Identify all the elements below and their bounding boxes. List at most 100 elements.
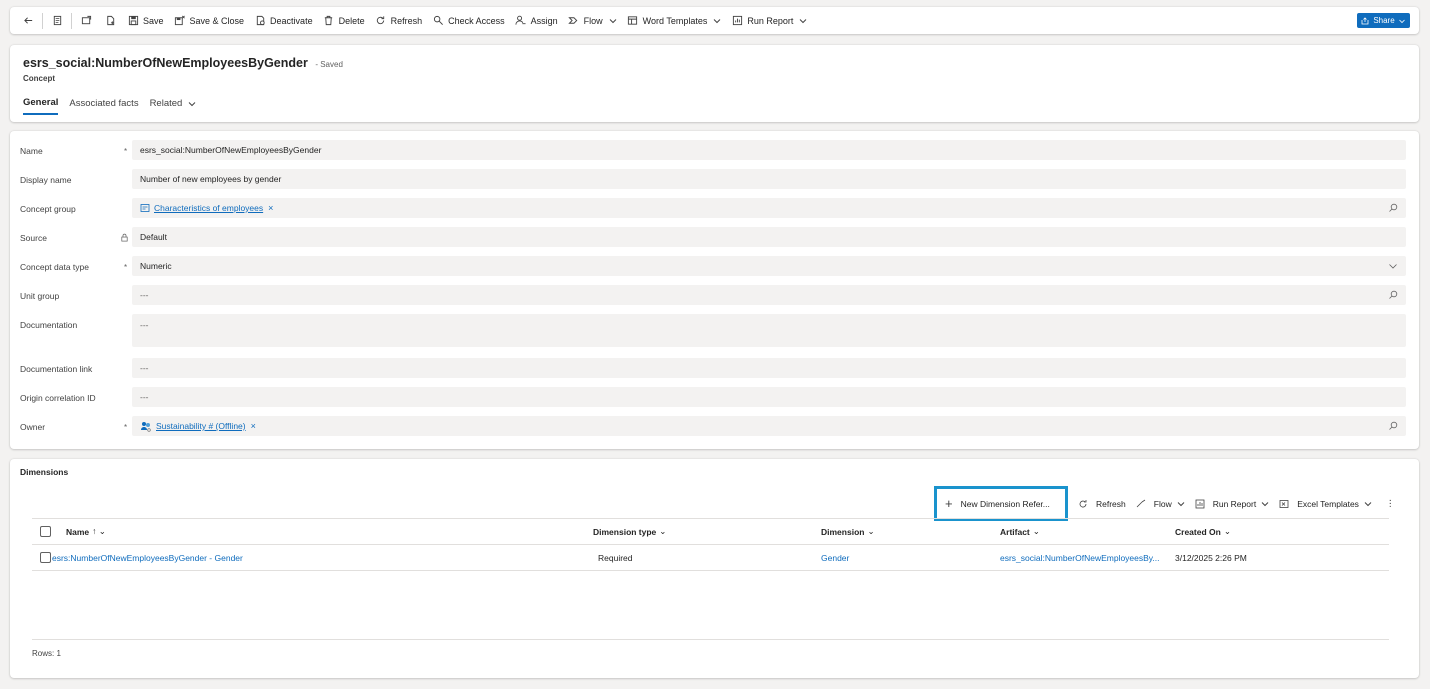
save-icon — [127, 15, 139, 27]
column-header-name[interactable]: Name ↑ ⌄ — [66, 519, 106, 544]
deactivate-button[interactable]: Deactivate — [249, 10, 318, 32]
deactivate-label: Deactivate — [270, 15, 313, 26]
name-value: esrs_social:NumberOfNewEmployeesByGender — [140, 145, 322, 155]
chevron-down-icon — [713, 17, 721, 25]
chevron-down-icon — [1261, 500, 1269, 508]
share-button[interactable]: Share — [1357, 13, 1410, 28]
concept-group-lookup[interactable]: Characteristics of employees × — [132, 198, 1406, 218]
subgrid-flow-button[interactable]: Flow — [1136, 499, 1185, 509]
display-name-input[interactable]: Number of new employees by gender — [132, 169, 1406, 189]
checkbox-box — [40, 552, 51, 563]
concept-data-type-select[interactable]: Numeric — [132, 256, 1406, 276]
column-header-artifact[interactable]: Artifact ⌄ — [1000, 519, 1040, 544]
section-title: Dimensions — [20, 467, 69, 477]
back-button[interactable] — [16, 10, 40, 32]
remove-concept-group-button[interactable]: × — [268, 203, 273, 213]
field-label: Concept group — [20, 204, 76, 214]
column-label: Dimension — [821, 526, 865, 537]
flow-label: Flow — [1153, 498, 1172, 509]
table-row[interactable]: esrs:NumberOfNewEmployeesByGender - Gend… — [32, 545, 1389, 571]
flow-button[interactable]: Flow — [563, 10, 622, 32]
delete-button[interactable]: Delete — [318, 10, 370, 32]
display-name-value: Number of new employees by gender — [140, 174, 282, 184]
excel-templates-label: Excel Templates — [1297, 498, 1359, 509]
divider — [42, 12, 43, 29]
saved-status: - Saved — [315, 60, 343, 69]
owner-link[interactable]: Sustainability # (Offline) — [156, 421, 246, 431]
open-window-icon — [80, 15, 92, 27]
general-form: Name * esrs_social:NumberOfNewEmployeesB… — [10, 131, 1419, 449]
unit-group-lookup[interactable]: --- — [132, 285, 1406, 305]
save-close-button[interactable]: Save & Close — [169, 10, 250, 32]
word-templates-button[interactable]: Word Templates — [622, 10, 727, 32]
flow-icon — [1136, 499, 1146, 509]
form-view-button[interactable] — [45, 10, 69, 32]
new-dimension-reference-button[interactable]: + New Dimension Refer... — [934, 486, 1068, 521]
row-artifact-link[interactable]: esrs_social:NumberOfNewEmployeesBy... — [1000, 545, 1160, 570]
chevron-down-icon — [1364, 500, 1372, 508]
documentation-textarea[interactable]: --- — [132, 314, 1406, 347]
run-report-label: Run Report — [1212, 498, 1257, 509]
assign-label: Assign — [530, 15, 558, 26]
tab-related[interactable]: Related — [150, 97, 197, 115]
tab-general-label: General — [23, 97, 59, 108]
row-dimension-link[interactable]: Gender — [821, 545, 849, 570]
refresh-button[interactable]: Refresh — [370, 10, 428, 32]
run-report-label: Run Report — [747, 15, 794, 26]
chevron-down-icon: ⌄ — [867, 526, 875, 536]
more-commands-button[interactable]: ⋮ — [1386, 498, 1395, 509]
excel-templates-button[interactable]: Excel Templates — [1279, 499, 1372, 509]
owner-lookup[interactable]: Sustainability # (Offline) × — [132, 416, 1406, 436]
subgrid-refresh-button[interactable]: Refresh — [1078, 499, 1126, 509]
assign-button[interactable]: Assign — [510, 10, 563, 32]
save-button[interactable]: Save — [122, 10, 169, 32]
column-header-dimension[interactable]: Dimension ⌄ — [821, 519, 875, 544]
flow-icon — [568, 15, 580, 27]
chevron-down-icon — [1177, 500, 1185, 508]
concept-group-link[interactable]: Characteristics of employees — [154, 203, 263, 213]
remove-owner-button[interactable]: × — [251, 421, 256, 431]
select-all-checkbox[interactable] — [40, 519, 51, 544]
documentation-value: --- — [140, 320, 149, 330]
word-icon — [627, 15, 639, 27]
delete-label: Delete — [338, 15, 365, 26]
open-new-window-button[interactable] — [74, 10, 98, 32]
person-assign-icon — [515, 15, 527, 27]
row-dimension-type: Required — [598, 552, 633, 563]
chevron-down-icon: ⌄ — [1032, 526, 1040, 536]
row-name-link[interactable]: esrs:NumberOfNewEmployeesByGender - Gend… — [52, 545, 243, 570]
run-report-button[interactable]: Run Report — [726, 10, 812, 32]
chevron-down-icon — [609, 17, 617, 25]
check-access-button[interactable]: Check Access — [427, 10, 510, 32]
origin-correlation-id-input[interactable]: --- — [132, 387, 1406, 407]
documentation-link-value: --- — [140, 363, 149, 373]
column-header-dimension-type[interactable]: Dimension type ⌄ — [593, 519, 666, 544]
new-record-button[interactable] — [98, 10, 122, 32]
tab-associated-facts[interactable]: Associated facts — [69, 97, 138, 115]
report-icon — [731, 15, 743, 27]
chevron-down-icon — [1398, 17, 1406, 25]
word-templates-label: Word Templates — [642, 15, 708, 26]
divider — [71, 12, 72, 29]
name-input[interactable]: esrs_social:NumberOfNewEmployeesByGender — [132, 140, 1406, 160]
refresh-label: Refresh — [390, 15, 423, 26]
tab-related-label: Related — [149, 98, 183, 109]
report-icon — [1195, 499, 1205, 509]
source-value: Default — [140, 232, 167, 242]
search-icon[interactable] — [1388, 421, 1398, 431]
column-header-created-on[interactable]: Created On ⌄ — [1175, 519, 1231, 544]
refresh-icon — [1078, 499, 1088, 509]
source-field: Default — [132, 227, 1406, 247]
field-label: Name — [20, 146, 43, 156]
search-icon[interactable] — [1388, 290, 1398, 300]
save-label: Save — [143, 15, 164, 26]
dimensions-section: Dimensions + New Dimension Refer... Refr… — [10, 459, 1419, 678]
tab-general[interactable]: General — [23, 97, 59, 115]
subgrid-run-report-button[interactable]: Run Report — [1195, 499, 1269, 509]
row-checkbox[interactable] — [40, 545, 51, 570]
team-icon — [140, 420, 152, 432]
search-icon[interactable] — [1388, 203, 1398, 213]
required-marker: * — [124, 147, 128, 156]
form-icon — [51, 15, 63, 27]
documentation-link-input[interactable]: --- — [132, 358, 1406, 378]
